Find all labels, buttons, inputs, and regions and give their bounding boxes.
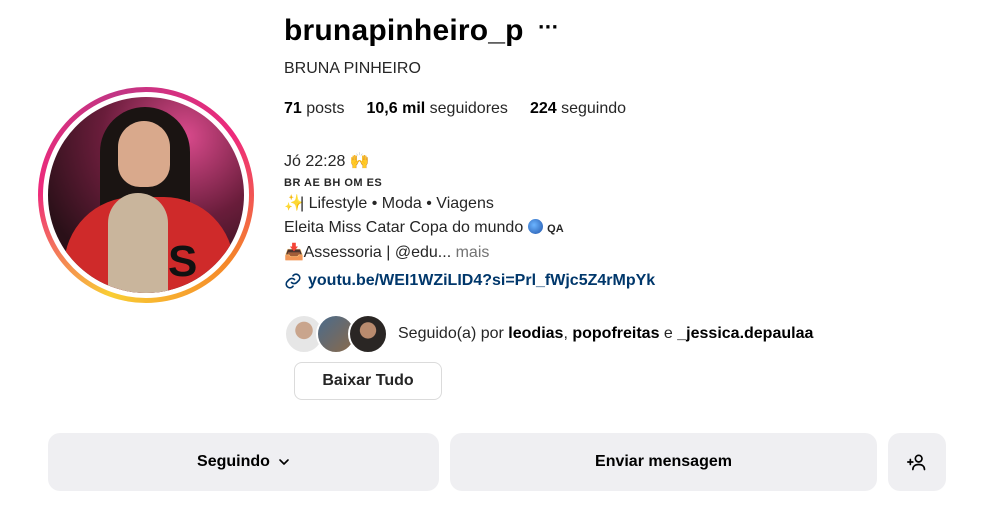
following-button[interactable]: Seguindo xyxy=(48,433,439,491)
username-row: brunapinheiro_p ··· xyxy=(284,14,558,48)
following-stat[interactable]: 224 seguindo xyxy=(530,100,626,118)
followed-by-user[interactable]: popofreitas xyxy=(572,325,659,342)
link-icon xyxy=(285,273,301,289)
globe-icon xyxy=(527,219,543,234)
send-message-button[interactable]: Enviar mensagem xyxy=(450,433,877,491)
posts-stat: 71 posts xyxy=(284,100,345,118)
followed-by-conjunction: e xyxy=(663,325,673,342)
profile-stats: 71 posts 10,6 mil seguidores 224 seguind… xyxy=(284,100,626,118)
bio-assessoria-text: Assessoria | @edu... xyxy=(303,244,452,261)
bio-line-miss: Eleita Miss Catar Copa do mundo QA xyxy=(284,216,564,241)
bio-more-link[interactable]: mais xyxy=(456,244,490,261)
bio-verse-text: Jó 22:28 xyxy=(284,153,346,170)
followers-label: seguidores xyxy=(429,100,508,117)
external-link-row[interactable]: youtu.be/WEI1WZiLID4?si=Prl_fWjc5Z4rMpYk xyxy=(284,272,655,290)
followed-by-row[interactable]: Seguido(a) por leodias, popofreitas e _j… xyxy=(284,314,813,354)
posts-label: posts xyxy=(306,100,345,117)
more-options-icon[interactable]: ··· xyxy=(538,19,559,37)
bio-line-lifestyle: ✨| Lifestyle • Moda • Viagens xyxy=(284,192,564,216)
followers-stat[interactable]: 10,6 mil seguidores xyxy=(367,100,508,118)
avatar-shirt xyxy=(108,193,168,293)
follower-avatar xyxy=(348,314,388,354)
external-link[interactable]: youtu.be/WEI1WZiLID4?si=Prl_fWjc5Z4rMpYk xyxy=(308,272,655,290)
followed-by-user[interactable]: _jessica.depaulaa xyxy=(677,325,813,342)
add-user-button[interactable] xyxy=(888,433,946,491)
followed-by-prefix: Seguido(a) por xyxy=(398,325,504,342)
add-user-icon xyxy=(907,454,926,471)
bio-lifestyle-text: | Lifestyle • Moda • Viagens xyxy=(300,195,494,212)
download-all-button[interactable]: Baixar Tudo xyxy=(294,362,442,400)
sparkles-emoji: ✨ xyxy=(284,195,304,212)
raised-hands-emoji: 🙌 xyxy=(349,153,370,170)
bio-line-assessoria: 📥 Assessoria | @edu... mais xyxy=(284,241,564,265)
followed-by-separator: , xyxy=(563,325,568,342)
send-message-label: Enviar mensagem xyxy=(595,453,732,470)
followers-count: 10,6 mil xyxy=(366,100,426,117)
posts-count: 71 xyxy=(284,100,302,117)
profile-avatar-ring[interactable]: S xyxy=(38,87,254,303)
following-count: 224 xyxy=(529,100,557,117)
bio-qa-flag: QA xyxy=(547,223,564,235)
followed-by-text: Seguido(a) por leodias, popofreitas e _j… xyxy=(398,325,813,343)
avatar-jacket-letter: S xyxy=(168,237,198,286)
following-button-label: Seguindo xyxy=(197,453,270,470)
followed-by-user[interactable]: leodias xyxy=(508,325,563,342)
bio-miss-text: Eleita Miss Catar Copa do mundo xyxy=(284,219,524,236)
bio: Jó 22:28 🙌 BR AE BH OM ES ✨| Lifestyle •… xyxy=(284,150,564,265)
avatar: S xyxy=(48,97,244,293)
avatar-face xyxy=(118,121,170,187)
username: brunapinheiro_p xyxy=(284,14,524,47)
full-name: BRUNA PINHEIRO xyxy=(284,60,421,77)
bio-line-verse: Jó 22:28 🙌 xyxy=(284,150,564,174)
chevron-down-icon xyxy=(279,459,289,465)
following-label: seguindo xyxy=(561,100,627,117)
inbox-tray-emoji: 📥 xyxy=(284,244,304,261)
bio-flags: BR AE BH OM ES xyxy=(284,177,383,189)
profile-actions: Seguindo Enviar mensagem xyxy=(48,433,946,491)
avatar-border: S xyxy=(43,92,249,298)
